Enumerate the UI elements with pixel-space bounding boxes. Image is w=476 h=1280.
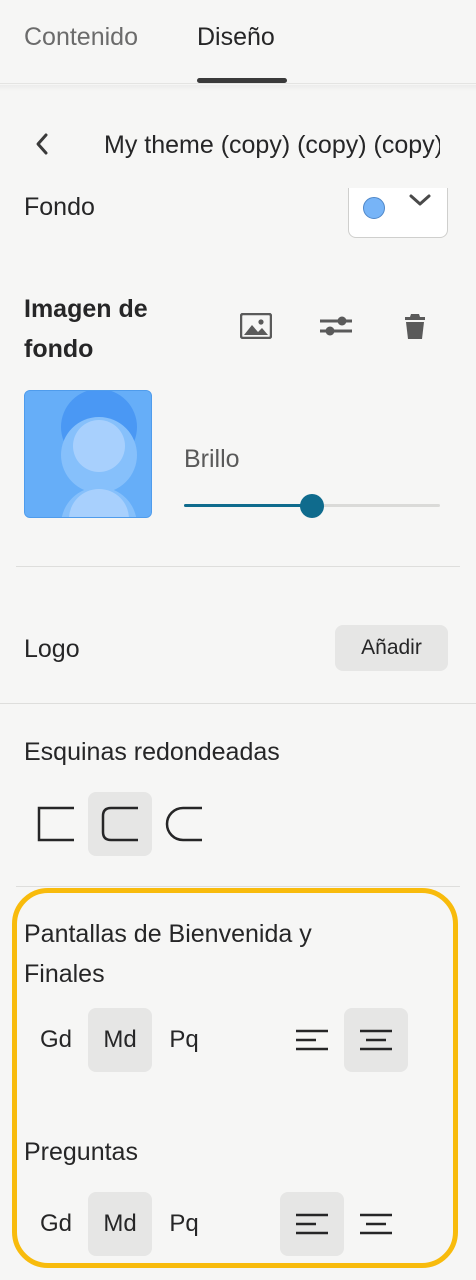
corner-square-option[interactable] [24, 792, 88, 856]
corner-pill-icon [165, 806, 202, 842]
questions-size-medium[interactable]: Md [88, 1192, 152, 1256]
background-image-label: Imagen de fondo [24, 295, 148, 363]
image-icon[interactable] [236, 306, 276, 346]
corner-pill-option[interactable] [152, 792, 216, 856]
divider [0, 703, 476, 704]
add-logo-button[interactable]: Añadir [335, 625, 448, 671]
slider-thumb[interactable] [300, 494, 324, 518]
align-center-icon [360, 1029, 392, 1051]
corner-rounded-icon [101, 806, 138, 842]
questions-align-left[interactable] [280, 1192, 344, 1256]
tab-contenido[interactable]: Contenido [24, 22, 138, 52]
questions-size-small[interactable]: Pq [152, 1192, 216, 1256]
welcome-size-small[interactable]: Pq [152, 1008, 216, 1072]
logo-label: Logo [24, 635, 80, 663]
corner-square-icon [37, 806, 74, 842]
background-row: Fondo [0, 188, 476, 248]
design-panel: Contenido Diseño My theme (copy) (copy) … [0, 0, 476, 1280]
welcome-screens-label: Pantallas de Bienvenida y Finales [24, 920, 312, 988]
welcome-align-left[interactable] [280, 1008, 344, 1072]
color-swatch [363, 197, 385, 219]
slider-fill [184, 504, 312, 507]
questions-align-center[interactable] [344, 1192, 408, 1256]
rounded-corners-label: Esquinas redondeadas [24, 738, 280, 766]
theme-title: My theme (copy) (copy) (copy) [104, 131, 440, 159]
background-color-picker[interactable] [348, 188, 448, 238]
divider [16, 886, 460, 887]
divider [16, 566, 460, 567]
questions-size-large[interactable]: Gd [24, 1192, 88, 1256]
corner-rounded-option[interactable] [88, 792, 152, 856]
welcome-size-medium[interactable]: Md [88, 1008, 152, 1072]
tab-diseno[interactable]: Diseño [197, 22, 275, 52]
chevron-down-icon [409, 194, 431, 206]
tab-bar-shadow [0, 85, 476, 91]
chevron-left-icon [36, 133, 48, 155]
background-image-thumbnail[interactable] [24, 390, 152, 518]
active-tab-indicator [197, 78, 287, 83]
adjust-sliders-icon[interactable] [316, 306, 356, 346]
brightness-label: Brillo [184, 445, 240, 473]
back-button[interactable] [26, 128, 58, 160]
align-left-icon [296, 1213, 328, 1235]
trash-icon[interactable] [395, 306, 435, 346]
welcome-align-center[interactable] [344, 1008, 408, 1072]
align-left-icon [296, 1029, 328, 1051]
background-label: Fondo [24, 193, 95, 221]
brightness-slider[interactable] [184, 494, 440, 518]
tab-bar: Contenido Diseño [0, 0, 476, 84]
align-center-icon [360, 1213, 392, 1235]
welcome-size-large[interactable]: Gd [24, 1008, 88, 1072]
questions-label: Preguntas [24, 1138, 138, 1166]
